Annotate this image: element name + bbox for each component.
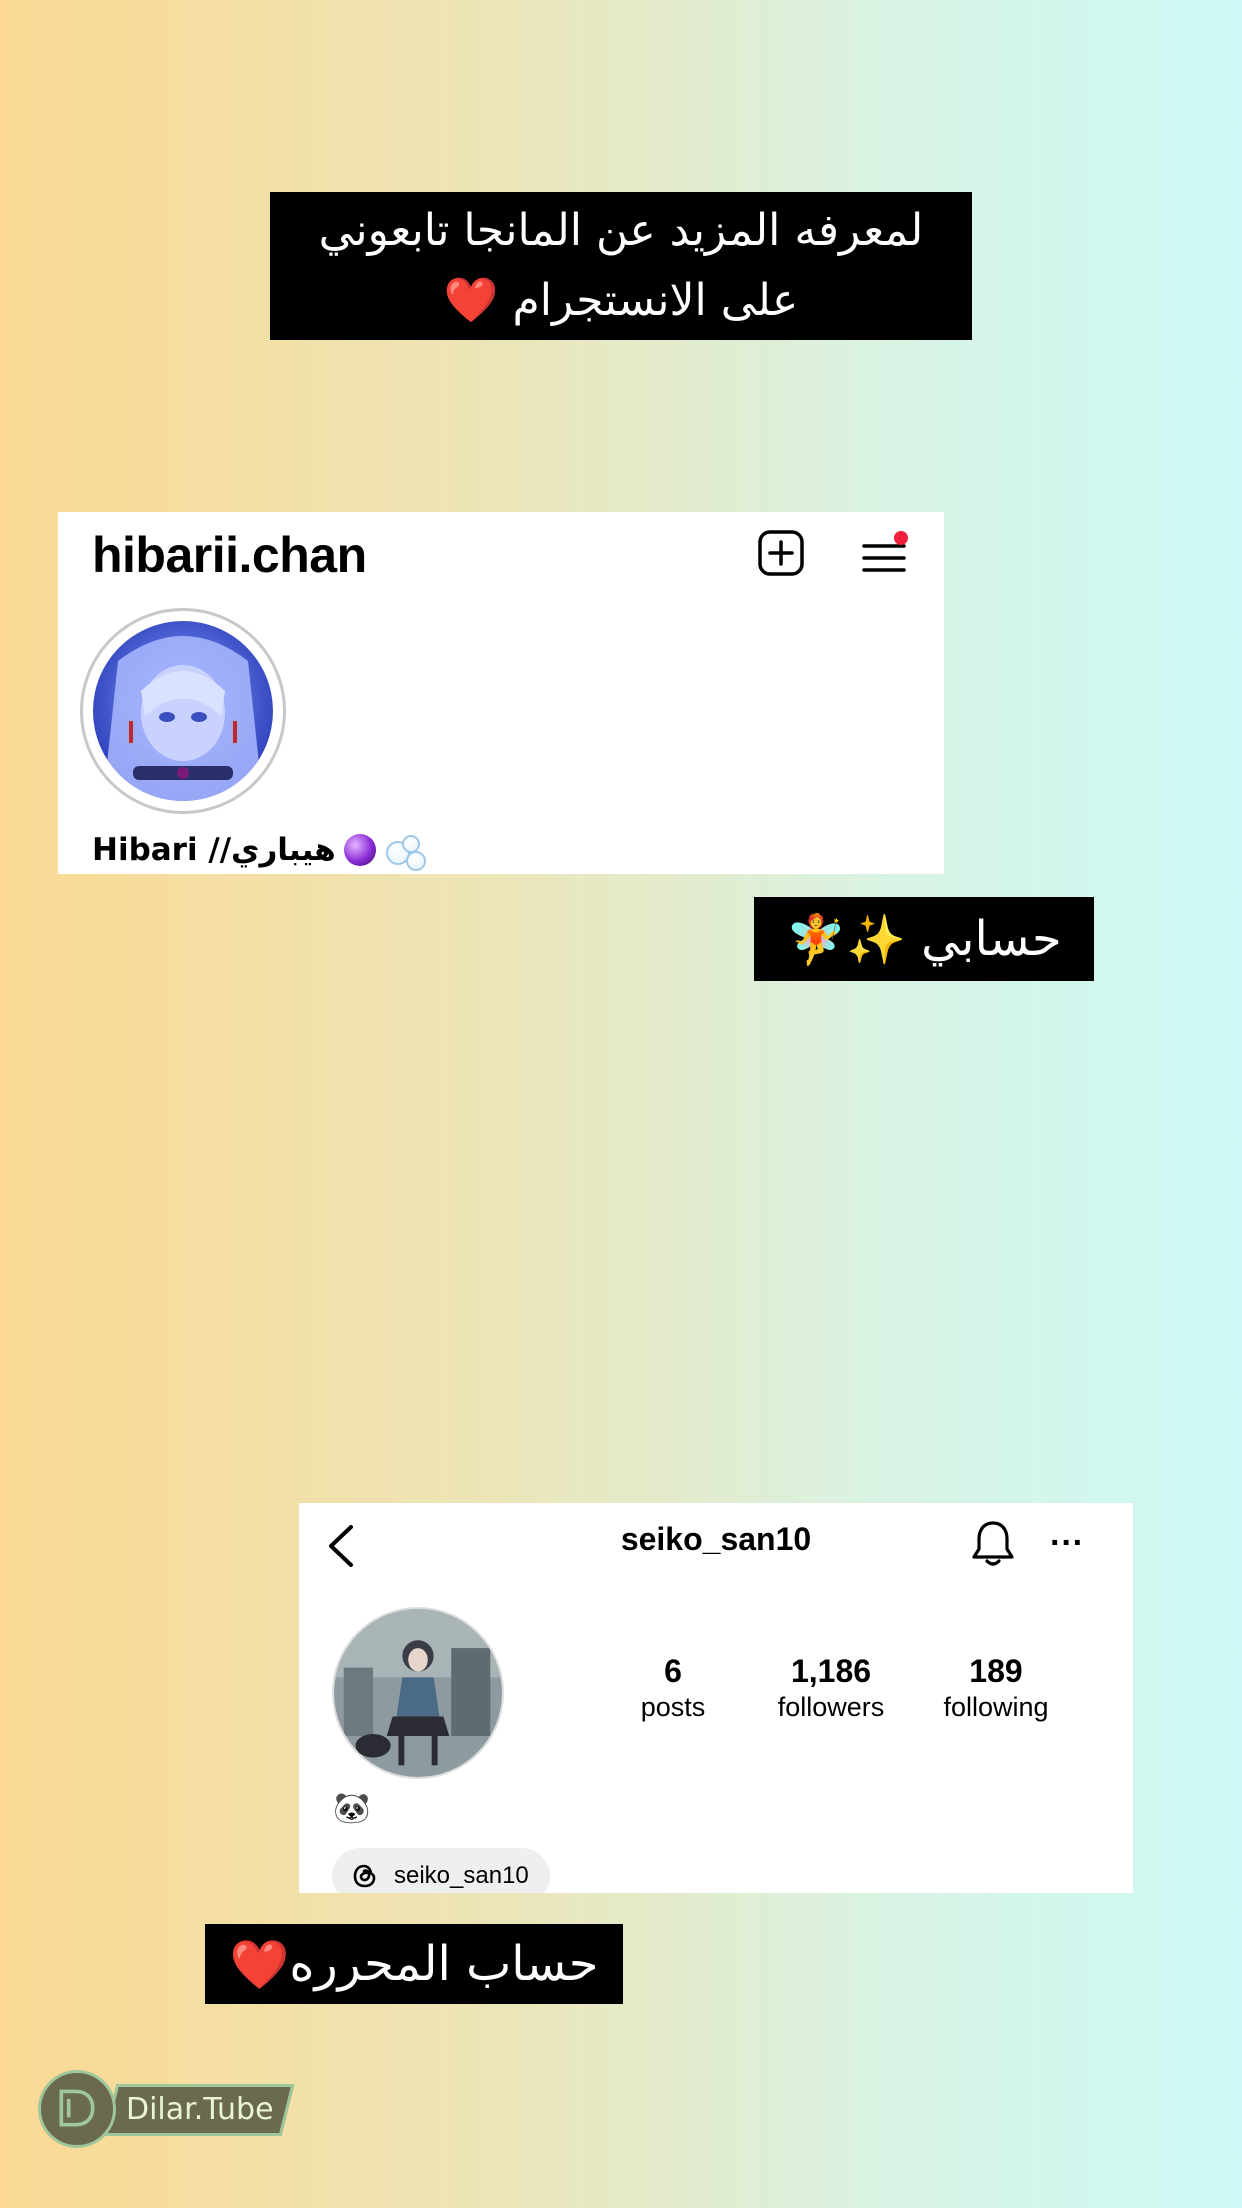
banner-line-2-text: على الانستجرام bbox=[512, 275, 799, 326]
profile-avatar-ring[interactable] bbox=[80, 608, 286, 814]
bio-panda-emoji: 🐼 bbox=[333, 1791, 371, 1826]
threads-handle: seiko_san10 bbox=[394, 1862, 529, 1889]
add-post-icon[interactable] bbox=[758, 530, 804, 576]
notification-dot bbox=[894, 531, 908, 545]
followers-label: followers bbox=[777, 1692, 885, 1722]
banner-line-1: لمعرفه المزيد عن المانجا تابعوني bbox=[318, 205, 924, 256]
following-value: 189 bbox=[969, 1653, 1023, 1689]
following-label: following bbox=[943, 1692, 1049, 1722]
dilar-logo-icon bbox=[59, 2089, 95, 2127]
bubbles-icon bbox=[384, 833, 426, 871]
watermark-text: Dilar.Tube bbox=[126, 2092, 274, 2127]
crystal-ball-icon bbox=[343, 834, 376, 866]
following-count[interactable]: 189 following bbox=[931, 1653, 1061, 1723]
posts-count[interactable]: 6 posts bbox=[621, 1653, 725, 1723]
editor-account-banner: حساب المحرره ❤️ bbox=[205, 1924, 623, 2004]
profile-username[interactable]: hibarii.chan bbox=[92, 526, 367, 584]
menu-icon[interactable] bbox=[860, 530, 910, 580]
banner-line-2: على الانستجرام ❤️ bbox=[319, 266, 924, 336]
editor-account-text: حساب المحرره bbox=[289, 1936, 599, 1992]
avatar[interactable] bbox=[93, 621, 273, 801]
watermark-logo: Dilar.Tube bbox=[38, 2070, 295, 2150]
sparkle-fairy-icon: ✨🧚 bbox=[786, 911, 906, 968]
my-account-text: حسابي bbox=[921, 911, 1062, 967]
seiko-profile-card: seiko_san10 ··· 6 posts 1,186 followers … bbox=[299, 1503, 1133, 1893]
posts-label: posts bbox=[640, 1692, 706, 1722]
avatar[interactable] bbox=[332, 1607, 504, 1779]
threads-icon bbox=[353, 1864, 376, 1888]
posts-value: 6 bbox=[664, 1653, 682, 1689]
heart-icon: ❤️ bbox=[443, 275, 499, 326]
my-account-banner: حسابي ✨🧚 bbox=[754, 897, 1094, 981]
watermark-circle bbox=[38, 2070, 116, 2148]
followers-value: 1,186 bbox=[790, 1653, 872, 1689]
hibari-profile-card: hibarii.chan Hibari //هيباري bbox=[58, 512, 944, 874]
followers-count[interactable]: 1,186 followers bbox=[761, 1653, 901, 1723]
heart-icon: ❤️ bbox=[229, 1936, 290, 1993]
profile-display-name: Hibari //هيباري bbox=[92, 832, 426, 871]
threads-link-button[interactable]: seiko_san10 bbox=[332, 1848, 550, 1893]
bell-icon[interactable] bbox=[969, 1517, 1017, 1569]
display-name-text: Hibari //هيباري bbox=[92, 832, 336, 868]
follow-on-instagram-banner: لمعرفه المزيد عن المانجا تابعوني على الا… bbox=[270, 192, 972, 340]
more-options-icon[interactable]: ··· bbox=[1047, 1523, 1087, 1563]
